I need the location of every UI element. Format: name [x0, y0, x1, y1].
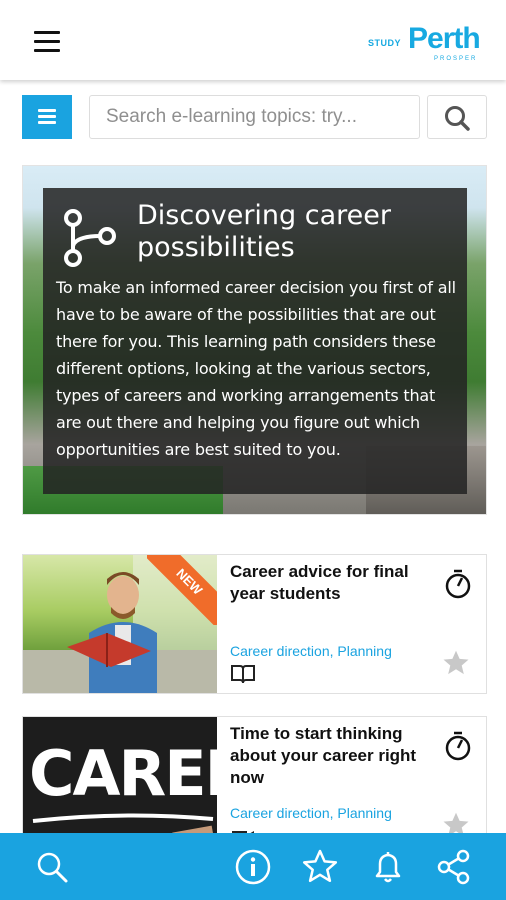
favourite-star-icon[interactable] — [442, 649, 470, 677]
featured-learning-path[interactable]: Discovering career possibilities To make… — [22, 165, 487, 515]
hero-title: Discovering career possibilities — [137, 200, 391, 263]
nav-search-button[interactable] — [32, 847, 72, 887]
logo-perth-text: Perth — [408, 22, 481, 55]
timer-icon — [445, 569, 471, 599]
logo-prosper-text: PROSPER — [434, 56, 478, 62]
course-title: Career advice for final year students — [230, 562, 409, 603]
logo-study-text: STUDY — [368, 38, 402, 48]
bell-icon — [375, 852, 401, 883]
learning-path-icon — [64, 209, 116, 267]
search-icon — [37, 852, 68, 883]
app-header: STUDY Perth PROSPER — [0, 0, 506, 80]
new-badge: NEW — [147, 555, 217, 625]
book-icon — [231, 665, 255, 684]
hamburger-menu-icon[interactable] — [34, 31, 60, 55]
course-tags[interactable]: Career direction, Planning — [230, 643, 392, 659]
course-card[interactable]: NEW Career advice for final year student… — [22, 554, 487, 694]
hero-description: To make an informed career decision you … — [56, 278, 456, 459]
study-perth-logo[interactable]: STUDY Perth PROSPER — [368, 22, 488, 66]
nav-notifications-button[interactable] — [368, 847, 408, 887]
categories-menu-button[interactable] — [22, 95, 72, 139]
course-tags[interactable]: Career direction, Planning — [230, 805, 392, 821]
search-button[interactable] — [427, 95, 487, 139]
share-icon — [437, 849, 470, 885]
search-input[interactable] — [89, 95, 420, 139]
nav-info-button[interactable] — [233, 847, 273, 887]
bottom-navigation — [0, 833, 506, 900]
star-icon — [302, 849, 338, 883]
info-icon — [235, 849, 271, 885]
nav-share-button[interactable] — [434, 847, 474, 887]
nav-favourites-button[interactable] — [300, 847, 340, 887]
search-bar — [22, 95, 487, 139]
course-thumbnail: NEW — [23, 555, 217, 693]
hero-panel: Discovering career possibilities To make… — [43, 188, 467, 494]
search-icon — [445, 106, 470, 131]
course-title: Time to start thinking about your career… — [230, 724, 417, 787]
timer-icon — [445, 731, 471, 761]
